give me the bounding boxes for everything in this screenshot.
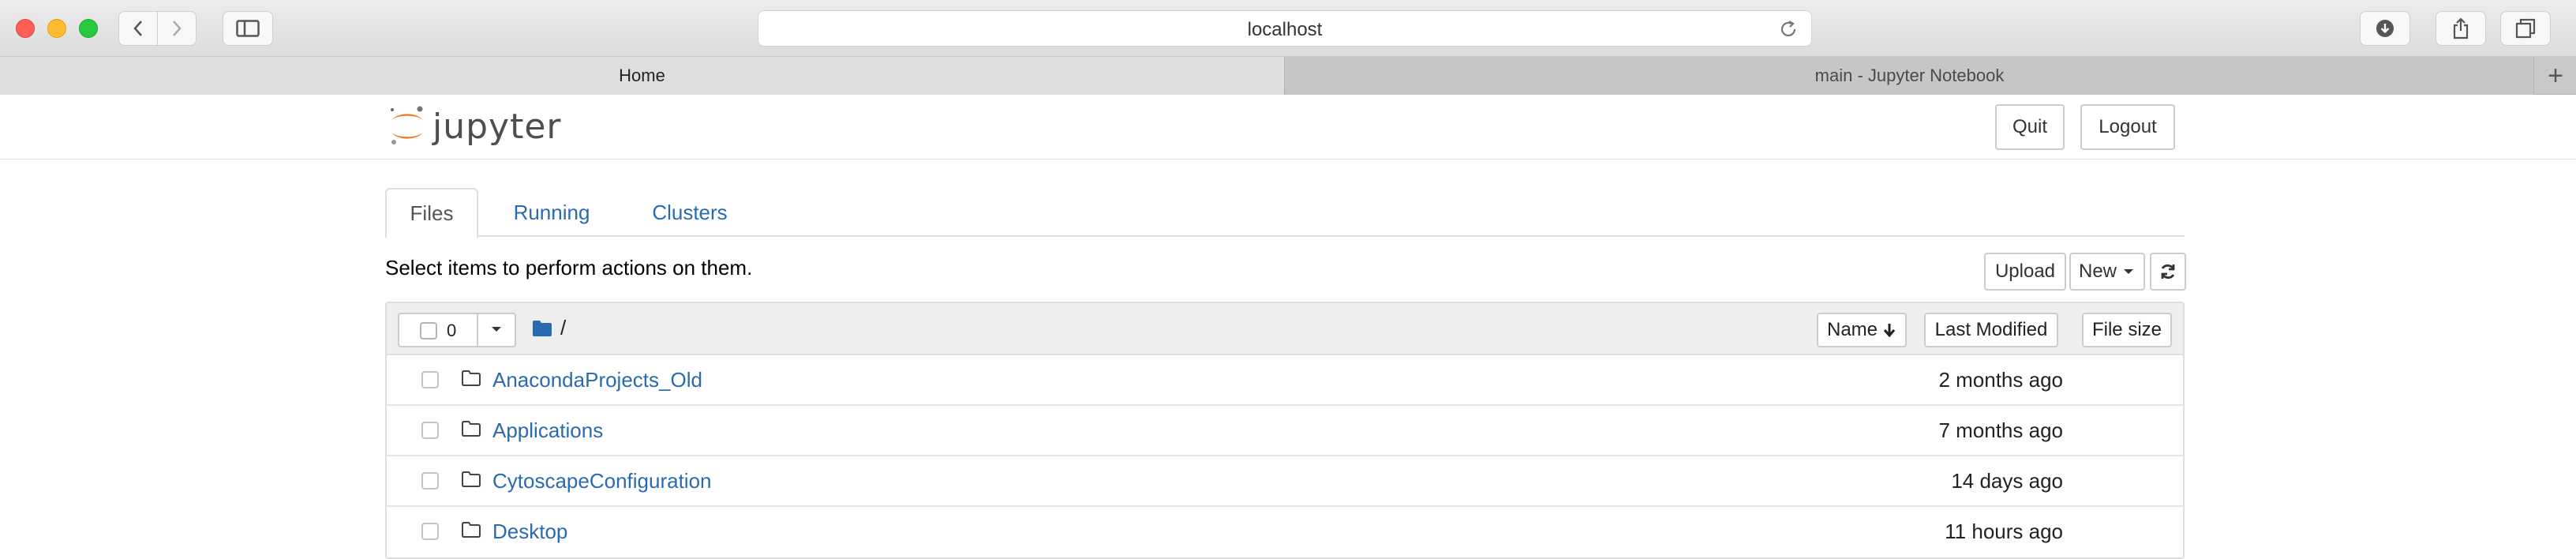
quit-button[interactable]: Quit <box>1995 104 2065 150</box>
caret-down-icon[interactable] <box>489 321 504 338</box>
item-checkbox[interactable] <box>421 472 439 490</box>
browser-tab-bar: Home main - Jupyter Notebook + <box>0 57 2576 95</box>
new-button[interactable]: New <box>2069 253 2145 291</box>
maximize-window-button[interactable] <box>79 19 98 38</box>
tab-running[interactable]: Running <box>491 188 612 237</box>
refresh-icon <box>2161 264 2175 280</box>
sort-by-file-size-button[interactable]: File size <box>2082 313 2172 347</box>
chevron-right-icon <box>173 21 182 36</box>
close-window-button[interactable] <box>16 19 35 38</box>
sidebar-icon <box>236 20 260 37</box>
new-tab-button[interactable]: + <box>2535 57 2576 95</box>
item-name-link[interactable]: Applications <box>492 418 603 443</box>
address-bar[interactable]: localhost <box>758 10 1812 47</box>
tab-files[interactable]: Files <box>385 188 478 238</box>
selected-count: 0 <box>447 321 457 340</box>
select-all-group[interactable]: 0 <box>398 313 516 347</box>
browser-tab-home[interactable]: Home <box>0 57 1285 95</box>
browser-toolbar: localhost <box>0 0 2576 57</box>
share-icon <box>2453 17 2469 39</box>
breadcrumb: / <box>532 316 566 340</box>
share-button[interactable] <box>2436 11 2486 46</box>
list-item[interactable]: AnacondaProjects_Old 2 months ago <box>387 355 2183 406</box>
logo-text: jupyter <box>432 106 562 147</box>
selection-hint: Select items to perform actions on them. <box>385 256 753 280</box>
folder-outline-icon <box>462 370 481 386</box>
upload-button[interactable]: Upload <box>1984 253 2066 291</box>
dashboard-tabs: Files Running Clusters <box>385 188 2185 238</box>
sidebar-toggle-button[interactable] <box>223 11 273 46</box>
forward-button[interactable] <box>157 11 197 46</box>
file-list-header: 0 / Name Last Modified File size <box>387 303 2183 355</box>
item-name-link[interactable]: Desktop <box>492 520 567 544</box>
jupyter-header: jupyter Quit Logout <box>0 95 2576 159</box>
arrow-down-icon <box>1883 324 1896 338</box>
item-modified: 2 months ago <box>1938 368 2063 392</box>
list-item[interactable]: CytoscapeConfiguration 14 days ago <box>387 456 2183 507</box>
jupyter-logo[interactable]: jupyter <box>387 101 562 152</box>
folder-outline-icon <box>462 421 481 437</box>
chevron-left-icon <box>133 21 142 36</box>
caret-down-icon <box>2124 269 2133 274</box>
list-item[interactable]: Desktop 11 hours ago <box>387 507 2183 557</box>
folder-icon[interactable] <box>532 320 552 337</box>
select-all-checkbox[interactable] <box>420 322 437 340</box>
sort-by-last-modified-button[interactable]: Last Modified <box>1924 313 2058 347</box>
tabs-overview-icon <box>2515 18 2536 39</box>
select-divider <box>477 314 478 346</box>
downloads-button[interactable] <box>2360 11 2410 46</box>
address-text: localhost <box>1247 19 1323 40</box>
sort-by-name-button[interactable]: Name <box>1817 313 1907 347</box>
logout-button[interactable]: Logout <box>2080 104 2175 150</box>
new-button-label: New <box>2078 261 2117 282</box>
file-list: 0 / Name Last Modified File size Anacond… <box>385 302 2185 559</box>
reload-icon[interactable] <box>1778 19 1799 39</box>
item-checkbox[interactable] <box>421 523 439 540</box>
sort-name-label: Name <box>1826 319 1878 340</box>
download-icon <box>2376 20 2394 37</box>
item-checkbox[interactable] <box>421 422 439 439</box>
browser-tab-notebook[interactable]: main - Jupyter Notebook <box>1286 57 2534 95</box>
folder-outline-icon <box>462 471 481 487</box>
item-modified: 11 hours ago <box>1945 520 2063 543</box>
item-name-link[interactable]: CytoscapeConfiguration <box>492 469 712 493</box>
folder-outline-icon <box>462 522 481 538</box>
item-modified: 7 months ago <box>1938 418 2063 442</box>
jupyter-logo-icon <box>391 106 423 144</box>
show-all-tabs-button[interactable] <box>2500 11 2551 46</box>
breadcrumb-root[interactable]: / <box>560 316 566 340</box>
list-item[interactable]: Applications 7 months ago <box>387 406 2183 456</box>
refresh-button[interactable] <box>2150 253 2186 291</box>
minimize-window-button[interactable] <box>47 19 66 38</box>
back-button[interactable] <box>118 11 158 46</box>
item-checkbox[interactable] <box>421 371 439 388</box>
item-modified: 14 days ago <box>1951 469 2063 493</box>
tab-clusters[interactable]: Clusters <box>625 188 754 237</box>
item-name-link[interactable]: AnacondaProjects_Old <box>492 368 702 392</box>
